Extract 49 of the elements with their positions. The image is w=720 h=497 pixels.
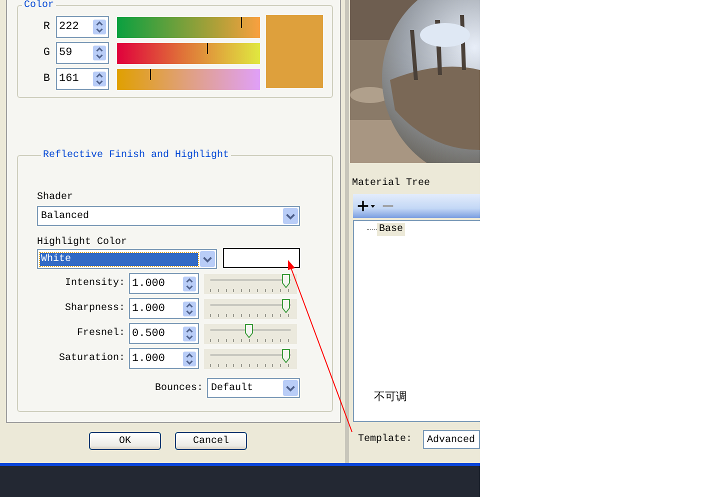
color-swatch[interactable] [223, 248, 300, 268]
channel-label: R [42, 21, 51, 33]
section-label: Material Tree [352, 178, 432, 191]
param-label: Saturation: [58, 353, 126, 364]
slider-thumb[interactable] [282, 348, 290, 362]
slider-thumb[interactable] [282, 298, 290, 312]
bounces-label: Bounces: [154, 382, 204, 394]
shader-label: Shader [37, 192, 74, 203]
tree-item[interactable]: Base [377, 223, 406, 236]
param-label: Sharpness: [64, 303, 126, 314]
number-field[interactable]: 1.000 [129, 273, 199, 294]
bounces-dropdown[interactable]: Default [207, 378, 300, 398]
spin-button[interactable] [183, 326, 196, 342]
spin-button[interactable] [93, 45, 106, 61]
slider-thumb[interactable] [244, 324, 252, 338]
annotation-text: 不可调 [374, 389, 407, 404]
shader-dropdown[interactable]: Balanced [37, 206, 300, 226]
dialog-button[interactable]: Cancel [175, 432, 247, 450]
highlight-dropdown[interactable]: White [37, 249, 217, 269]
spin-button[interactable] [183, 300, 196, 316]
dialog-button[interactable]: OK [89, 432, 161, 450]
color-bar[interactable] [117, 16, 260, 38]
highlight-label: Highlight Color [37, 237, 128, 248]
number-field[interactable]: 0.500 [129, 323, 199, 344]
param-label: Intensity: [64, 278, 126, 289]
group-title: Reflective Finish and Highlight [42, 150, 230, 161]
spin-button[interactable] [183, 276, 196, 292]
template-dropdown[interactable]: Advanced [423, 430, 480, 449]
number-field[interactable]: 1.000 [129, 348, 199, 369]
spin-button[interactable] [93, 19, 106, 35]
slider-thumb[interactable] [282, 274, 290, 288]
param-label: Fresnel: [76, 328, 126, 339]
channel-label: B [42, 73, 51, 85]
number-field[interactable]: 59 [56, 42, 109, 64]
number-field[interactable]: 1.000 [129, 298, 199, 319]
slider[interactable] [204, 324, 297, 344]
slider[interactable] [204, 298, 297, 318]
add-icon[interactable] [357, 200, 376, 212]
slider[interactable] [204, 274, 297, 294]
color-bar[interactable] [117, 42, 260, 64]
spin-button[interactable] [183, 350, 196, 366]
spin-button[interactable] [93, 71, 106, 87]
number-field[interactable]: 161 [56, 68, 109, 90]
slider[interactable] [204, 348, 297, 368]
number-field[interactable]: 222 [56, 16, 109, 38]
color-bar[interactable] [117, 68, 260, 90]
channel-label: G [42, 47, 51, 59]
template-label: Template: [358, 434, 412, 445]
group-title: Color [23, 0, 56, 11]
